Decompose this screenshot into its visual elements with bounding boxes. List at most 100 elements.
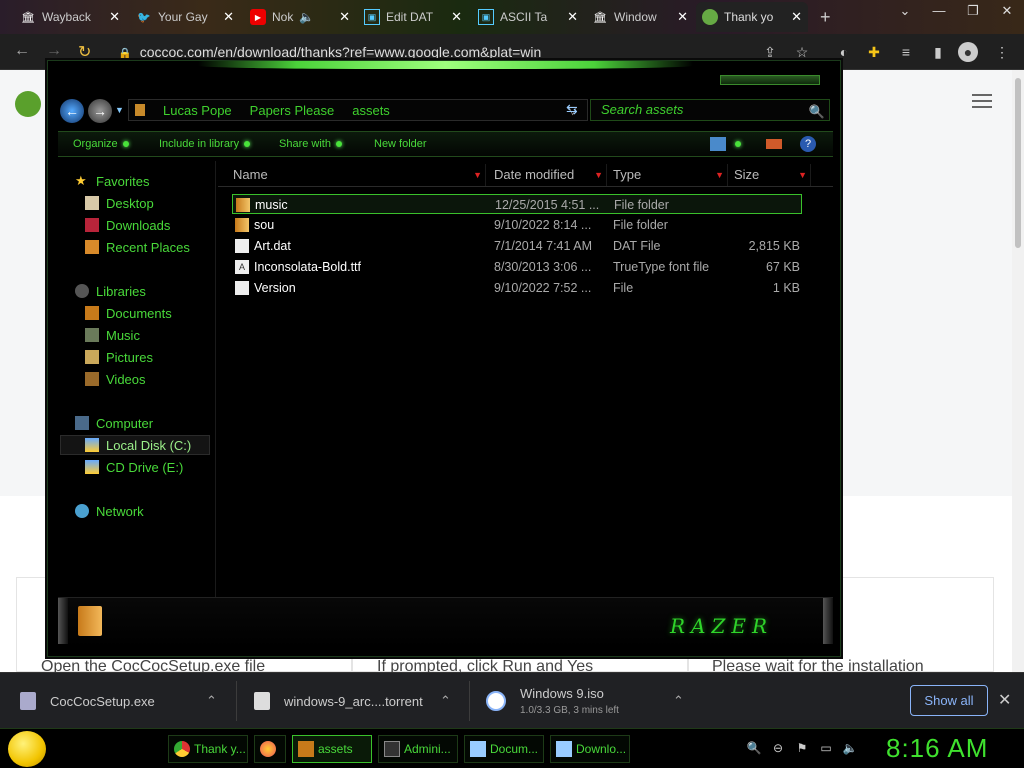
- side-panel-icon[interactable]: ▮: [928, 42, 948, 62]
- hamburger-menu-icon[interactable]: [972, 94, 992, 108]
- chevron-up-icon[interactable]: ⌃: [206, 693, 217, 709]
- chevron-up-icon[interactable]: ⌃: [440, 693, 451, 709]
- sort-dropdown-icon[interactable]: ▼: [473, 164, 482, 186]
- close-icon[interactable]: ✕: [109, 9, 120, 25]
- taskbar-item-admin[interactable]: Admini...: [378, 735, 458, 763]
- tab-wayback[interactable]: 🏛 Wayback ✕: [14, 2, 126, 32]
- tab-search-icon[interactable]: ⌄: [888, 0, 922, 34]
- preview-pane-icon[interactable]: [766, 139, 782, 149]
- nav-desktop[interactable]: Desktop: [85, 193, 154, 213]
- file-row[interactable]: Art.dat 7/1/2014 7:41 AM DAT File 2,815 …: [232, 236, 802, 256]
- column-header-type[interactable]: Type ▼: [610, 164, 728, 186]
- close-icon[interactable]: ✕: [791, 9, 802, 25]
- download-item[interactable]: windows-9_arc....torrent: [254, 673, 423, 729]
- close-icon[interactable]: ✕: [677, 9, 688, 25]
- search-icon[interactable]: 🔍: [809, 102, 825, 122]
- recent-pages-dropdown-icon[interactable]: ▼: [115, 105, 124, 115]
- taskbar-item-documents[interactable]: Docum...: [464, 735, 544, 763]
- file-row[interactable]: sou 9/10/2022 8:14 ... File folder: [232, 215, 802, 235]
- nav-favorites[interactable]: ★ Favorites: [75, 171, 149, 191]
- file-row[interactable]: A Inconsolata-Bold.ttf 8/30/2013 3:06 ..…: [232, 257, 802, 277]
- nav-computer[interactable]: Computer: [75, 413, 153, 433]
- avatar-icon[interactable]: ●: [958, 42, 978, 62]
- search-input[interactable]: Search assets 🔍: [590, 99, 830, 121]
- taskbar-item-firefox[interactable]: [254, 735, 286, 763]
- file-row[interactable]: Version 9/10/2022 7:52 ... File 1 KB: [232, 278, 802, 298]
- column-header-size[interactable]: Size ▼: [731, 164, 811, 186]
- search-icon[interactable]: 🔍: [746, 740, 762, 756]
- close-window-icon[interactable]: ✕: [990, 0, 1024, 34]
- view-options-icon[interactable]: [710, 137, 726, 151]
- breadcrumb-item[interactable]: assets: [352, 103, 390, 118]
- refresh-icon[interactable]: ⇆: [566, 101, 578, 118]
- download-item[interactable]: Windows 9.iso 1.0/3.3 GB, 3 mins left: [486, 673, 619, 729]
- breadcrumb-item[interactable]: Lucas Pope: [163, 103, 232, 118]
- scrollbar-thumb[interactable]: [1015, 78, 1021, 248]
- share-with-button[interactable]: Share with: [279, 138, 342, 150]
- nav-downloads[interactable]: Downloads: [85, 215, 170, 235]
- download-item[interactable]: CocCocSetup.exe: [20, 673, 155, 729]
- close-icon[interactable]: ✕: [451, 9, 462, 25]
- flag-icon[interactable]: ⚑: [794, 740, 810, 756]
- share-icon[interactable]: ⇪: [760, 42, 780, 62]
- forward-icon[interactable]: →: [46, 42, 62, 60]
- volume-icon[interactable]: 🔈: [842, 740, 858, 756]
- nav-local-disk-c[interactable]: Local Disk (C:): [60, 435, 210, 455]
- nav-network[interactable]: Network: [75, 501, 144, 521]
- taskbar-item-assets[interactable]: assets: [292, 735, 372, 763]
- nav-music[interactable]: Music: [85, 325, 140, 345]
- taskbar-item-browser[interactable]: Thank y...: [168, 735, 248, 763]
- sort-dropdown-icon[interactable]: ▼: [715, 164, 724, 186]
- bookmark-star-icon[interactable]: ☆: [792, 42, 812, 62]
- tab-youtube[interactable]: ▶ Nok 🔈 ✕: [244, 2, 356, 32]
- back-arrow-icon[interactable]: ←: [60, 99, 84, 123]
- profile-flag-icon[interactable]: ◐: [834, 42, 854, 62]
- new-tab-button[interactable]: +: [814, 2, 840, 32]
- show-all-button[interactable]: Show all: [910, 685, 988, 716]
- tab-edit-dat[interactable]: ▣ Edit DAT ✕: [358, 2, 468, 32]
- reload-icon[interactable]: ↻: [78, 42, 91, 62]
- close-icon[interactable]: ✕: [223, 9, 234, 25]
- window-caption-buttons[interactable]: [720, 75, 820, 85]
- nav-recent-places[interactable]: Recent Places: [85, 237, 190, 257]
- close-icon[interactable]: ✕: [567, 9, 578, 25]
- minus-icon[interactable]: ⊖: [770, 740, 786, 756]
- nav-videos[interactable]: Videos: [85, 369, 146, 389]
- minimize-icon[interactable]: —: [922, 0, 956, 34]
- chevron-up-icon[interactable]: ⌃: [673, 693, 684, 709]
- include-in-library-button[interactable]: Include in library: [159, 138, 251, 150]
- taskbar-item-downloads[interactable]: Downlo...: [550, 735, 630, 763]
- tab-twitter[interactable]: 🐦 Your Gay ✕: [130, 2, 240, 32]
- playlist-icon[interactable]: ≡: [896, 42, 916, 62]
- column-header-name[interactable]: Name ▼: [230, 164, 486, 186]
- tab-ascii[interactable]: ▣ ASCII Ta ✕: [472, 2, 584, 32]
- back-icon[interactable]: ←: [14, 42, 30, 60]
- tab-thank-you[interactable]: Thank yo ✕: [696, 2, 808, 32]
- new-folder-button[interactable]: New folder: [374, 138, 427, 150]
- tab-window[interactable]: 🏛 Window ✕: [586, 2, 694, 32]
- help-icon[interactable]: ?: [800, 136, 816, 152]
- page-scrollbar[interactable]: [1012, 70, 1024, 672]
- start-button[interactable]: [8, 731, 46, 767]
- breadcrumb[interactable]: Lucas Pope Papers Please assets ▽: [128, 99, 588, 121]
- forward-arrow-icon[interactable]: →: [88, 99, 112, 123]
- nav-pictures[interactable]: Pictures: [85, 347, 153, 367]
- close-icon[interactable]: ✕: [339, 9, 350, 25]
- extensions-icon[interactable]: ✚: [864, 42, 884, 62]
- organize-button[interactable]: Organize: [73, 138, 129, 150]
- restore-icon[interactable]: ❐: [956, 0, 990, 34]
- column-header-date-modified[interactable]: Date modified ▼: [491, 164, 607, 186]
- network-icon[interactable]: ▭: [818, 740, 834, 756]
- close-icon[interactable]: ✕: [998, 690, 1011, 710]
- sort-dropdown-icon[interactable]: ▼: [798, 164, 807, 186]
- clock[interactable]: 8:16 AM: [886, 733, 988, 764]
- speaker-icon[interactable]: 🔈: [299, 10, 314, 24]
- view-dropdown[interactable]: [730, 138, 741, 150]
- breadcrumb-item[interactable]: Papers Please: [250, 103, 335, 118]
- nav-cd-drive-e[interactable]: CD Drive (E:): [85, 457, 183, 477]
- nav-documents[interactable]: Documents: [85, 303, 172, 323]
- nav-libraries[interactable]: Libraries: [75, 281, 146, 301]
- menu-kebab-icon[interactable]: ⋮: [992, 42, 1012, 62]
- file-row[interactable]: music 12/25/2015 4:51 ... File folder: [232, 194, 802, 214]
- sort-dropdown-icon[interactable]: ▼: [594, 164, 603, 186]
